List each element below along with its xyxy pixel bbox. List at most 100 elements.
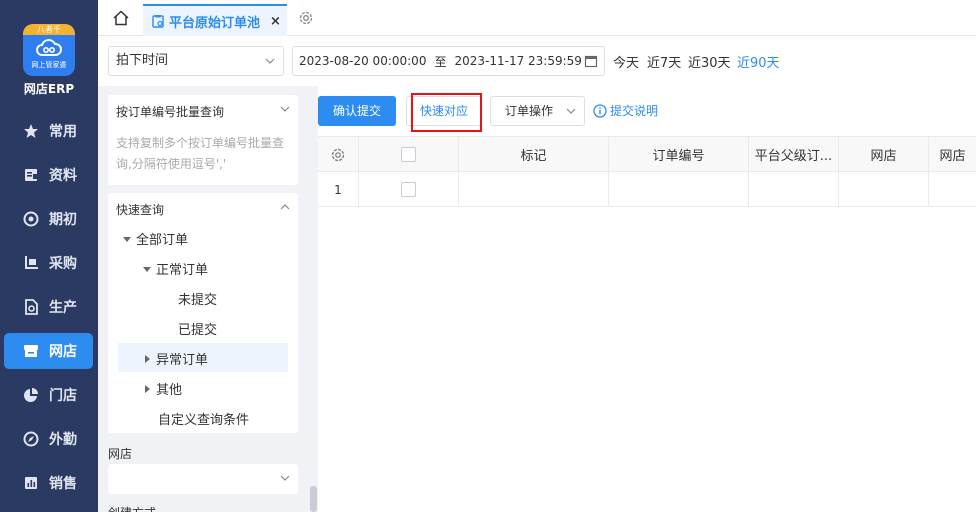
tree-other[interactable]: 其他 (142, 379, 182, 398)
info-icon (593, 103, 607, 118)
tree-all-orders[interactable]: 全部订单 (122, 229, 188, 248)
tab-label: 平台原始订单池 (169, 15, 261, 31)
quick-today[interactable]: 今天 (613, 52, 639, 71)
nav-item-retail-store[interactable]: 门店 (4, 377, 93, 413)
app-logo: 八者千 网上管家婆 (23, 24, 75, 76)
chevron-down-icon (265, 58, 275, 64)
clipboard-icon (152, 15, 164, 28)
chevron-up-icon[interactable] (280, 203, 290, 211)
help-label: 提交说明 (610, 104, 659, 118)
caret-down-icon (123, 236, 131, 242)
store-icon (22, 342, 40, 360)
tree-label: 自定义查询条件 (158, 413, 250, 428)
nav-item-sales[interactable]: 销售 (4, 465, 93, 501)
tree-custom-query[interactable]: 自定义查询条件 (158, 409, 249, 428)
nav-item-purchase[interactable]: 采购 (4, 245, 93, 281)
nav-item-online-store[interactable]: 网店 (4, 333, 93, 369)
caret-right-icon (145, 384, 150, 393)
compass-icon (22, 430, 40, 448)
confirm-submit-button[interactable]: 确认提交 (318, 96, 396, 126)
batch-query-title: 按订单编号批量查询 (116, 105, 225, 119)
nav-item-common[interactable]: 常用 (4, 113, 93, 149)
batch-query-input[interactable]: 支持复制多个按订单编号批量查询,分隔符使用逗号',' (116, 133, 292, 175)
nav-label: 生产 (49, 300, 77, 316)
document-icon (22, 166, 40, 184)
quick-7days[interactable]: 近7天 (647, 52, 681, 71)
chevron-down-icon (280, 475, 290, 481)
cloud-icon (36, 39, 62, 56)
nav-label: 网店 (49, 344, 77, 360)
caret-right-icon (145, 354, 150, 363)
column-header[interactable]: 网店 (929, 137, 976, 172)
home-icon[interactable] (112, 9, 130, 27)
table-cell (609, 172, 749, 207)
nav-label: 期初 (49, 212, 77, 228)
column-settings-cell (318, 137, 359, 172)
scroll-thumb[interactable] (310, 486, 317, 512)
query-panel: 按订单编号批量查询 支持复制多个按订单编号批量查询,分隔符使用逗号',' 快速查… (98, 86, 309, 512)
production-icon (22, 298, 40, 316)
star-icon (22, 122, 40, 140)
shop-select[interactable] (108, 464, 298, 494)
caret-down-icon (143, 266, 151, 272)
left-nav: 八者千 网上管家婆 网店ERP 常用 资料 期初 采购 生产 网店 门店 外勤 (0, 0, 98, 512)
tree-label: 异常订单 (156, 353, 209, 368)
date-range-picker[interactable]: 2023-08-20 00:00:00 至 2023-11-17 23:59:5… (292, 46, 605, 76)
main-area: 确认提交 快速对应 订单操作 提交说明 标记 订单编号 平台父级订... 网店 … (318, 86, 976, 512)
nav-label: 门店 (49, 388, 77, 404)
nav-item-data[interactable]: 资料 (4, 157, 93, 193)
gear-icon[interactable] (330, 147, 346, 163)
nav-item-field[interactable]: 外勤 (4, 421, 93, 457)
quick-query-title: 快速查询 (116, 203, 165, 217)
highlight-annotation (411, 93, 482, 132)
row-checkbox-cell (359, 172, 459, 207)
nav-item-production[interactable]: 生产 (4, 289, 93, 325)
column-header[interactable]: 订单编号 (609, 137, 749, 172)
date-to: 2023-11-17 23:59:59 (454, 54, 582, 68)
nav-item-opening[interactable]: 期初 (4, 201, 93, 237)
time-type-select[interactable]: 拍下时间 (108, 46, 284, 76)
filter-bar: 拍下时间 2023-08-20 00:00:00 至 2023-11-17 23… (98, 36, 976, 86)
row-index: 1 (318, 172, 359, 207)
quick-90days[interactable]: 近90天 (737, 52, 780, 71)
tab-bar: 平台原始订单池 × (98, 0, 976, 36)
column-header[interactable]: 标记 (459, 137, 609, 172)
tree-label: 未提交 (178, 293, 218, 308)
range-separator: 至 (434, 54, 447, 69)
order-ops-dropdown[interactable]: 订单操作 (490, 96, 585, 126)
batch-query-card: 按订单编号批量查询 支持复制多个按订单编号批量查询,分隔符使用逗号',' (108, 95, 298, 185)
table-cell (839, 172, 929, 207)
time-type-value: 拍下时间 (116, 53, 169, 68)
column-header[interactable]: 网店 (839, 137, 929, 172)
date-from: 2023-08-20 00:00:00 (299, 54, 427, 68)
table-cell (749, 172, 839, 207)
select-all-cell (359, 137, 459, 172)
calendar-icon (584, 55, 598, 68)
nav-label: 采购 (49, 256, 77, 272)
tree-label: 正常订单 (156, 263, 209, 278)
close-tab-icon[interactable]: × (270, 14, 281, 29)
tree-unsubmitted[interactable]: 未提交 (178, 289, 217, 308)
panel-scrollbar[interactable] (309, 86, 318, 512)
table-row[interactable]: 1 (318, 172, 976, 207)
nav-label: 销售 (49, 476, 77, 492)
submit-help-link[interactable]: 提交说明 (593, 102, 658, 119)
tree-label: 其他 (156, 383, 183, 398)
shop-label: 网店 (108, 447, 133, 461)
quick-30days[interactable]: 近30天 (688, 52, 731, 71)
nav-label: 外勤 (49, 432, 77, 448)
column-header[interactable]: 平台父级订... (749, 137, 839, 172)
gear-icon[interactable] (297, 9, 315, 27)
chevron-down-icon[interactable] (280, 105, 290, 113)
table-cell (929, 172, 976, 207)
tree-submitted[interactable]: 已提交 (178, 319, 217, 338)
nav-label: 资料 (49, 168, 77, 184)
tree-label: 全部订单 (136, 233, 189, 248)
tree-abnormal-orders[interactable]: 异常订单 (142, 349, 208, 368)
tree-normal-orders[interactable]: 正常订单 (142, 259, 208, 278)
row-checkbox[interactable] (401, 182, 416, 197)
tab-platform-order-pool[interactable]: 平台原始订单池 × (143, 4, 287, 36)
order-ops-label: 订单操作 (505, 104, 554, 118)
table-header-row: 标记 订单编号 平台父级订... 网店 网店 (318, 137, 976, 172)
select-all-checkbox[interactable] (401, 147, 416, 162)
